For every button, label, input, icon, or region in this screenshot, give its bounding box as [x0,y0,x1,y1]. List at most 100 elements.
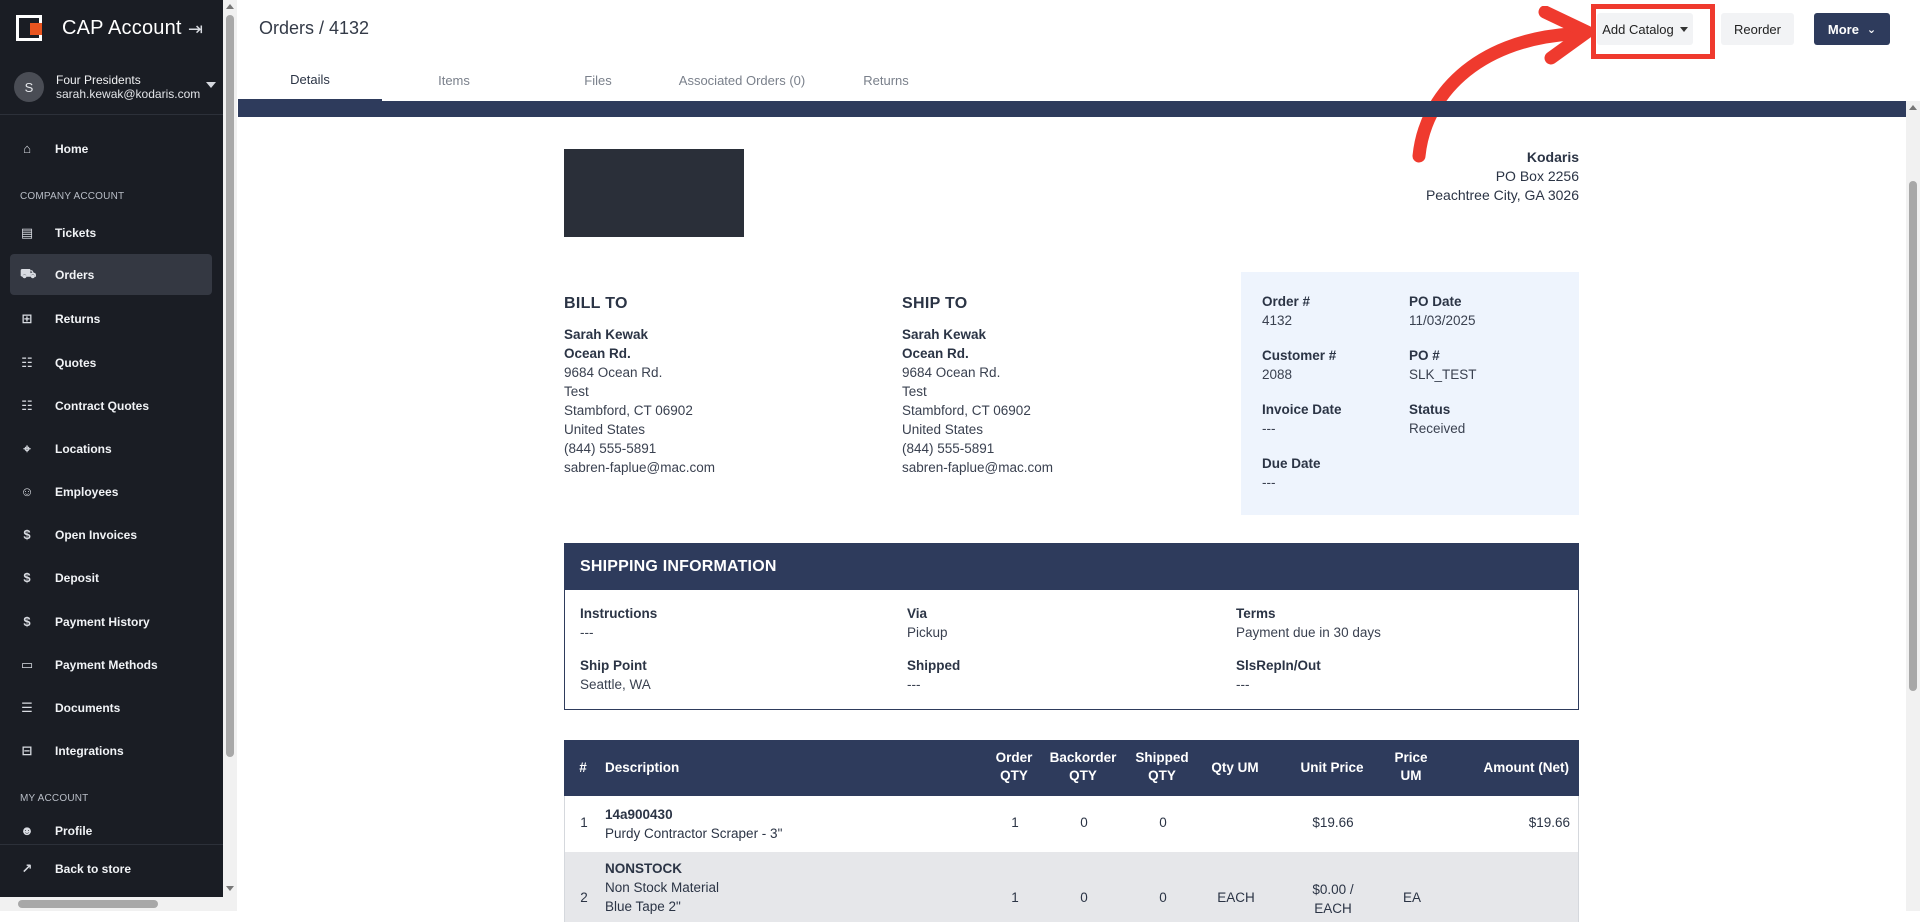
sidebar-item-returns[interactable]: ⊞ Returns [10,298,212,339]
tab-associated-orders[interactable]: Associated Orders (0) [670,60,814,101]
table-row[interactable]: 1 14a900430 Purdy Contractor Scraper - 3… [564,796,1579,852]
annotation-arrow [1412,6,1594,163]
sidebar-item-documents[interactable]: ☰ Documents [10,687,212,728]
field-value: Seattle, WA [580,677,651,692]
sidebar-item-label: Returns [55,311,101,326]
reorder-button[interactable]: Reorder [1721,13,1794,45]
tab-items[interactable]: Items [382,60,526,101]
item-sku[interactable]: 14a900430 [605,805,782,824]
instructions-field: Instructions --- [580,604,657,642]
field-value: Pickup [907,625,948,640]
sidebar-scrollbar[interactable] [223,0,237,911]
cell-shipped-qty: 0 [1159,890,1167,905]
ship-point-field: Ship Point Seattle, WA [580,656,651,694]
table-header: # Description Order QTY Backorder QTY Sh… [564,740,1579,796]
chevron-down-icon: ⌄ [1866,23,1877,36]
bill-to-phone: (844) 555-5891 [564,441,657,456]
tab-bar: Details Items Files Associated Orders (0… [238,60,958,101]
sidebar-item-deposit[interactable]: $ Deposit [10,557,212,598]
sidebar-item-employees[interactable]: ☺ Employees [10,471,212,512]
field-value: 4132 [1262,313,1293,328]
cell-description: NONSTOCK Non Stock Material Blue Tape 2" [605,859,719,916]
scroll-up-arrow-icon[interactable] [1909,105,1917,110]
field-label: Shipped [907,658,961,673]
ship-to-phone: (844) 555-5891 [902,441,995,456]
integrations-icon: ⊟ [21,742,33,758]
ship-to-heading: SHIP TO [902,295,968,312]
cell-amount: $19.66 [1528,815,1570,830]
col-number: # [579,760,587,775]
dollar-icon: $ [23,527,31,542]
document-icon: ☰ [21,699,33,715]
page-scrollbar[interactable] [1906,101,1920,911]
sidebar-item-back-to-store[interactable]: ↗ Back to store [10,848,212,889]
sidebar-item-locations[interactable]: ⌖ Locations [10,428,212,469]
header-line: Shipped [1135,750,1189,765]
ship-to-city: Stambford, CT 06902 [902,403,1031,418]
app-logo[interactable] [16,15,42,41]
sidebar-item-orders[interactable]: ⛟ Orders [10,254,212,295]
scrollbar-thumb[interactable] [18,900,158,908]
field-value: SLK_TEST [1409,367,1477,382]
sidebar-item-profile[interactable]: ☻ Profile [10,814,212,838]
sidebar-item-label: Documents [55,700,121,715]
field-value: --- [1236,677,1250,692]
items-table: # Description Order QTY Backorder QTY Sh… [564,740,1579,922]
avatar: S [14,72,44,102]
more-button[interactable]: More ⌄ [1814,13,1890,45]
table-row[interactable]: 2 NONSTOCK Non Stock Material Blue Tape … [564,852,1579,922]
field-value: --- [1262,475,1276,490]
dollar-icon: $ [23,570,31,585]
user-icon: ☻ [20,823,34,838]
status-field: Status Received [1409,400,1465,438]
user-switcher[interactable]: S Four Presidents sarah.kewak@kodaris.co… [0,68,223,106]
company-name: Kodaris [1526,149,1579,165]
tab-underline-bar [238,101,1906,117]
logout-icon[interactable]: ⇥ [188,19,203,40]
cell-number: 2 [580,890,588,905]
scrollbar-thumb[interactable] [226,15,234,757]
field-label: Ship Point [580,658,647,673]
sidebar-item-payment-history[interactable]: $ Payment History [10,601,212,642]
sidebar-item-contract-quotes[interactable]: ☷ Contract Quotes [10,385,212,426]
col-qty-um: Qty UM [1211,760,1259,775]
bill-to-country: United States [564,422,646,437]
sidebar-item-integrations[interactable]: ⊟ Integrations [10,730,212,771]
scrollbar-thumb[interactable] [1909,181,1917,691]
section-company-account: COMPANY ACCOUNT [20,191,125,202]
divider [0,844,223,845]
slsrep-field: SlsRepIn/Out --- [1236,656,1321,694]
cell-shipped-qty: 0 [1159,815,1167,830]
bill-to-name: Sarah Kewak [564,327,649,342]
company-address: Kodaris PO Box 2256 Peachtree City, GA 3… [1426,148,1579,205]
external-link-icon: ↗ [21,860,33,876]
item-sku[interactable]: NONSTOCK [605,859,719,878]
scroll-down-arrow-icon[interactable] [226,886,234,891]
sidebar-item-label: Quotes [55,355,97,370]
sidebar-item-quotes[interactable]: ☷ Quotes [10,342,212,383]
header-line: UM [1400,768,1422,783]
col-description: Description [605,760,680,775]
sidebar-item-open-invoices[interactable]: $ Open Invoices [10,514,212,555]
sidebar-item-label: Integrations [55,743,124,758]
item-description: Non Stock Material [605,880,720,895]
sidebar-item-tickets[interactable]: ▤ Tickets [10,212,212,253]
cell-unit-price: $0.00 / EACH [1288,880,1378,918]
tab-returns[interactable]: Returns [814,60,958,101]
field-value: Payment due in 30 days [1236,625,1381,640]
home-icon: ⌂ [23,141,31,156]
company-logo-placeholder [564,149,744,237]
order-number-field: Order # 4132 [1262,292,1310,330]
annotation-highlight-box [1591,4,1715,59]
tab-details[interactable]: Details [238,60,382,101]
sidebar-item-home[interactable]: ⌂ Home [10,128,212,169]
sidebar-item-label: Profile [55,824,93,838]
tab-files[interactable]: Files [526,60,670,101]
sidebar-item-payment-methods[interactable]: ▭ Payment Methods [10,644,212,685]
ship-to-name: Sarah Kewak [902,327,987,342]
sidebar-horizontal-scrollbar[interactable] [0,897,223,911]
scroll-up-arrow-icon[interactable] [226,4,234,9]
sidebar-item-label: Open Invoices [55,527,138,542]
reorder-label: Reorder [1734,21,1781,37]
field-label: PO Date [1409,294,1462,309]
